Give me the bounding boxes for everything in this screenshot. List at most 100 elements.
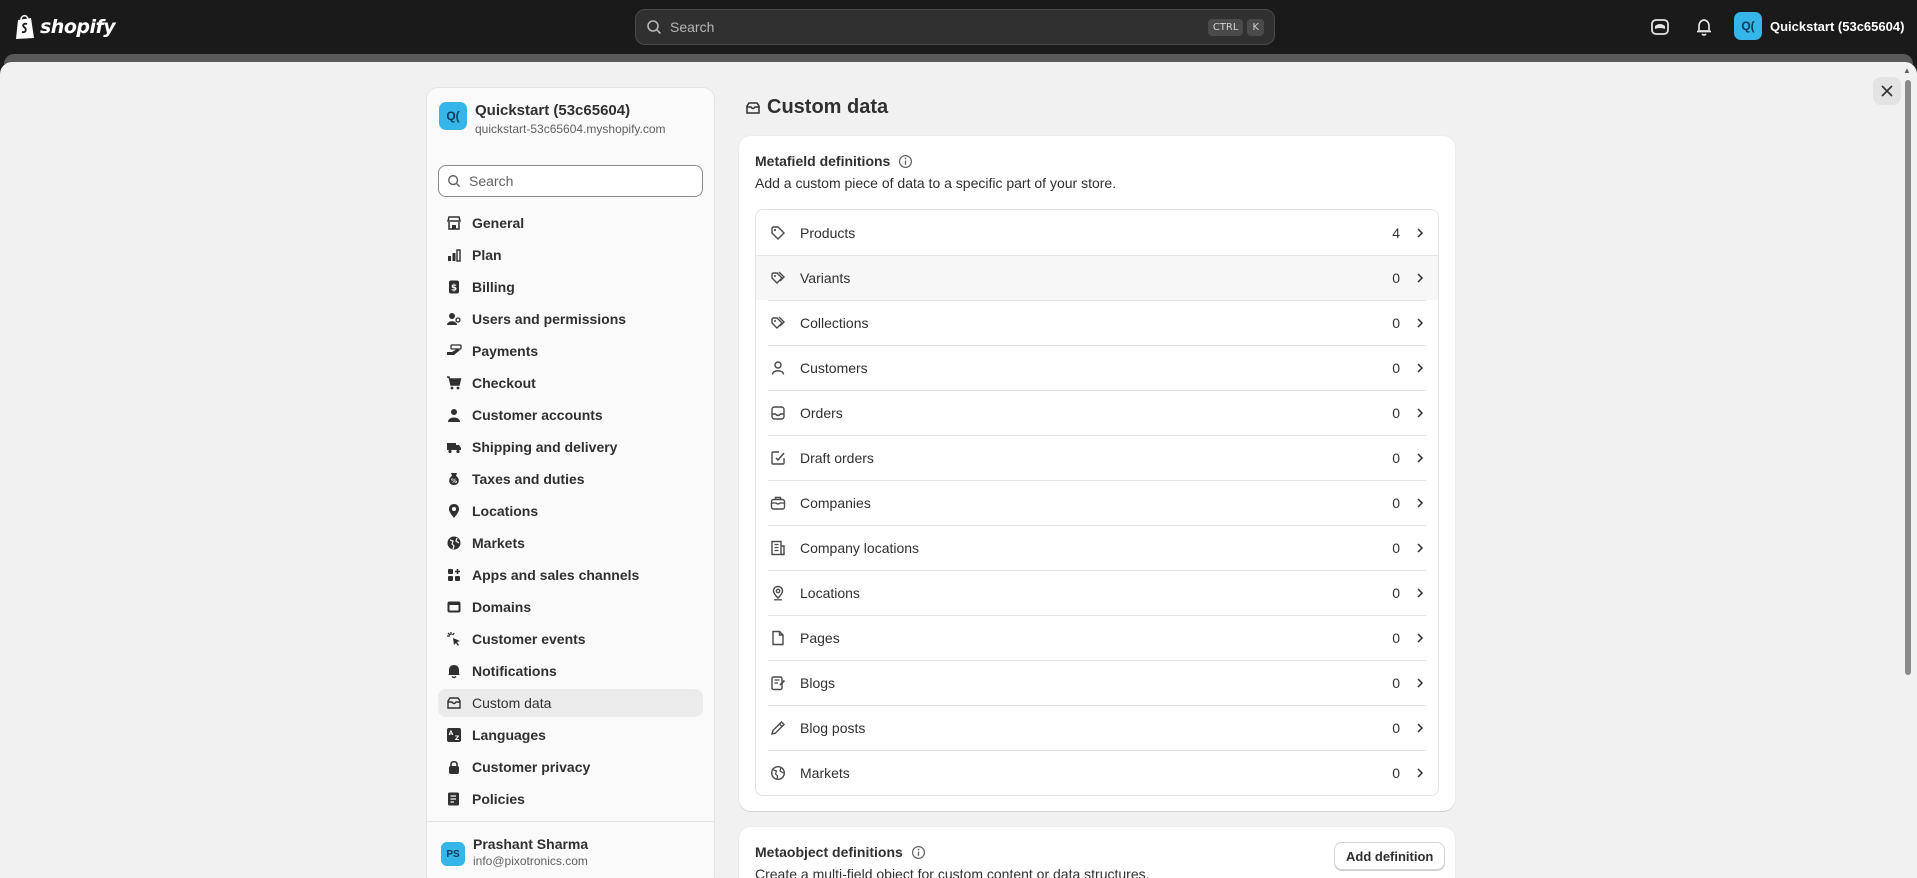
svg-text:A: A bbox=[449, 730, 454, 737]
sidebar-item-taxes[interactable]: % Taxes and duties bbox=[438, 465, 703, 493]
sidebar-user-footer[interactable]: PS Prashant Sharma info@pixotronics.com bbox=[427, 821, 714, 878]
sidebar-item-general[interactable]: General bbox=[438, 209, 703, 237]
pencil-icon bbox=[770, 720, 785, 735]
location-icon bbox=[449, 504, 459, 518]
chevron-right-icon bbox=[1417, 407, 1424, 418]
database-icon bbox=[447, 697, 461, 709]
metafield-row-companies[interactable]: Companies 0 bbox=[756, 480, 1438, 525]
chevron-right-icon bbox=[1417, 587, 1424, 598]
sidebar-item-markets[interactable]: Markets bbox=[438, 529, 703, 557]
info-icon[interactable] bbox=[911, 845, 926, 860]
chevron-right-icon bbox=[1417, 317, 1424, 328]
sidebar-item-custom-data[interactable]: Custom data bbox=[438, 689, 703, 717]
close-settings-button[interactable] bbox=[1873, 77, 1901, 105]
metafield-count: 0 bbox=[1392, 629, 1400, 646]
metafield-count: 4 bbox=[1392, 224, 1400, 241]
user-name: Prashant Sharma bbox=[473, 836, 589, 852]
metafield-definitions-card: Metafield definitions Add a custom piece… bbox=[739, 136, 1455, 811]
chevron-right-icon bbox=[1417, 677, 1424, 688]
add-definition-button[interactable]: Add definition bbox=[1334, 842, 1446, 870]
top-bar: shopify Search CTRL K Q( Quickstart (53c… bbox=[0, 0, 1917, 54]
shopify-logo[interactable]: shopify bbox=[14, 14, 116, 40]
sidebar-item-payments[interactable]: Payments bbox=[438, 337, 703, 365]
metafield-row-variants[interactable]: Variants 0 bbox=[756, 255, 1438, 300]
metafield-row-orders[interactable]: Orders 0 bbox=[756, 390, 1438, 435]
metafield-row-customers[interactable]: Customers 0 bbox=[756, 345, 1438, 390]
bell-icon[interactable] bbox=[1693, 16, 1715, 38]
close-icon bbox=[1881, 85, 1893, 97]
sidebar-item-customer-events[interactable]: Customer events bbox=[438, 625, 703, 653]
sidebar-item-locations[interactable]: Locations bbox=[438, 497, 703, 525]
chevron-right-icon bbox=[1417, 452, 1424, 463]
chevron-right-icon bbox=[1417, 722, 1424, 733]
settings-search-input[interactable]: Search bbox=[438, 165, 703, 197]
metafield-row-markets[interactable]: Markets 0 bbox=[756, 750, 1438, 795]
truck-icon bbox=[447, 443, 461, 454]
sidebar-item-policies[interactable]: Policies bbox=[438, 785, 703, 813]
sidebar-item-domains[interactable]: Domains bbox=[438, 593, 703, 621]
metaobject-definitions-description: Create a multi-field object for custom c… bbox=[755, 866, 1150, 878]
chevron-right-icon bbox=[1417, 767, 1424, 778]
metafield-row-company-locations[interactable]: Company locations 0 bbox=[756, 525, 1438, 570]
global-search-placeholder: Search bbox=[670, 19, 715, 35]
settings-sidebar: Q( Quickstart (53c65604) quickstart-53c6… bbox=[426, 87, 715, 878]
sidebar-item-shipping[interactable]: Shipping and delivery bbox=[438, 433, 703, 461]
cart-icon bbox=[447, 376, 462, 390]
sidebar-item-plan[interactable]: Plan bbox=[438, 241, 703, 269]
scrollbar-thumb[interactable] bbox=[1905, 80, 1911, 675]
variant-tag-icon bbox=[771, 271, 785, 284]
user-avatar: PS bbox=[441, 842, 465, 866]
sidebar-item-billing[interactable]: $ Billing bbox=[438, 273, 703, 301]
tag-icon bbox=[771, 225, 785, 240]
metafield-count: 0 bbox=[1392, 764, 1400, 781]
sidebar-store-avatar: Q( bbox=[439, 102, 467, 130]
chevron-right-icon bbox=[1417, 362, 1424, 373]
sidebar-item-languages[interactable]: A Z Languages bbox=[438, 721, 703, 749]
policy-icon bbox=[448, 792, 459, 806]
page-title: Custom data bbox=[745, 96, 888, 119]
globe-icon bbox=[770, 765, 786, 780]
sidebar-item-notifications[interactable]: Notifications bbox=[438, 657, 703, 685]
metafield-row-products[interactable]: Products 4 bbox=[756, 210, 1438, 255]
tax-icon: % bbox=[449, 473, 459, 485]
info-icon[interactable] bbox=[898, 154, 913, 169]
domain-icon bbox=[447, 601, 461, 613]
cursor-icon bbox=[447, 632, 460, 646]
metafield-count: 0 bbox=[1392, 719, 1400, 736]
payments-icon bbox=[447, 344, 462, 355]
settings-nav-list: General Plan $ Billing Users and permissi… bbox=[438, 209, 703, 817]
sidebar-item-checkout[interactable]: Checkout bbox=[438, 369, 703, 397]
metafield-count: 0 bbox=[1392, 584, 1400, 601]
sidebar-item-users[interactable]: Users and permissions bbox=[438, 305, 703, 333]
briefcase-icon bbox=[770, 496, 786, 510]
sidekick-icon[interactable] bbox=[1649, 16, 1671, 38]
metafield-count: 0 bbox=[1392, 449, 1400, 466]
metafield-row-draft-orders[interactable]: Draft orders 0 bbox=[756, 435, 1438, 480]
chevron-right-icon bbox=[1417, 272, 1424, 283]
metafield-count: 0 bbox=[1392, 404, 1400, 421]
svg-text:%: % bbox=[451, 478, 457, 485]
metafield-row-collections[interactable]: Collections 0 bbox=[756, 300, 1438, 345]
store-name: Quickstart (53c65604) bbox=[1770, 18, 1905, 34]
chevron-right-icon bbox=[1417, 227, 1424, 238]
metafield-row-blog-posts[interactable]: Blog posts 0 bbox=[756, 705, 1438, 750]
scroll-up-arrow[interactable]: ▲ bbox=[1903, 66, 1911, 75]
draft-order-icon bbox=[771, 450, 785, 465]
apps-icon bbox=[448, 569, 460, 581]
user-email: info@pixotronics.com bbox=[473, 854, 588, 868]
metafield-row-locations[interactable]: Locations 0 bbox=[756, 570, 1438, 615]
shopify-bag-icon bbox=[16, 14, 34, 39]
lock-icon bbox=[449, 760, 459, 774]
metafield-row-blogs[interactable]: Blogs 0 bbox=[756, 660, 1438, 705]
store-menu-button[interactable]: Q( Quickstart (53c65604) bbox=[1734, 12, 1904, 40]
global-search[interactable]: Search CTRL K bbox=[635, 9, 1275, 45]
metafield-count: 0 bbox=[1392, 674, 1400, 691]
building-icon bbox=[771, 540, 785, 555]
sidebar-item-customer-privacy[interactable]: Customer privacy bbox=[438, 753, 703, 781]
bell-icon bbox=[448, 665, 460, 679]
sidebar-item-customer-accounts[interactable]: Customer accounts bbox=[438, 401, 703, 429]
sidebar-item-apps[interactable]: Apps and sales channels bbox=[438, 561, 703, 589]
sidebar-store-domain: quickstart-53c65604.myshopify.com bbox=[475, 122, 666, 136]
metafield-row-pages[interactable]: Pages 0 bbox=[756, 615, 1438, 660]
search-icon bbox=[647, 20, 662, 35]
